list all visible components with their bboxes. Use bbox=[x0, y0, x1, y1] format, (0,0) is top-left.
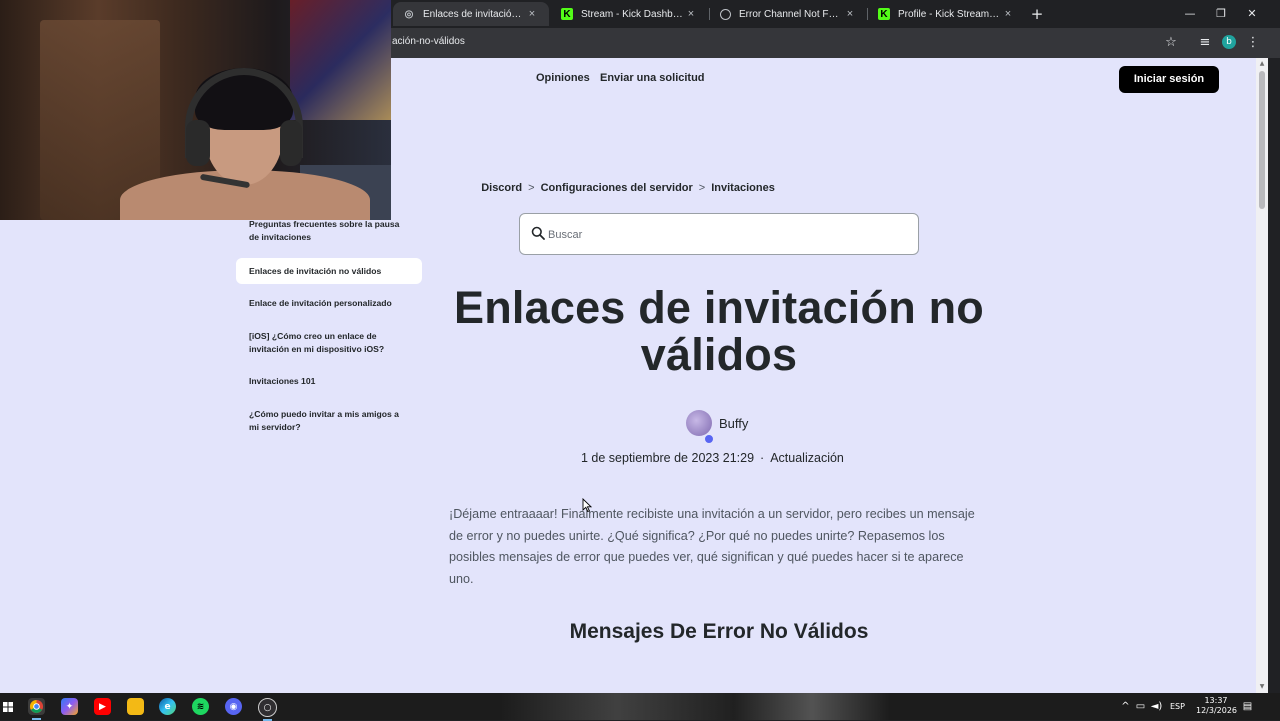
sidebar-item-invites-101[interactable]: Invitaciones 101 bbox=[236, 375, 422, 388]
clock-date: 12/3/2026 bbox=[1196, 706, 1238, 715]
chevron-up-icon[interactable]: ^ bbox=[1119, 700, 1132, 713]
nav-opinions-link[interactable]: Opiniones bbox=[536, 72, 590, 84]
page-scrollbar[interactable]: ▲ ▼ bbox=[1256, 58, 1268, 693]
discord-icon[interactable]: ◉ bbox=[225, 698, 242, 715]
network-icon[interactable]: ▭ bbox=[1134, 700, 1147, 713]
tab-title: Enlaces de invitación no válidos bbox=[423, 8, 525, 20]
media-queue-icon[interactable]: ≡ bbox=[1196, 34, 1214, 52]
headset-earcup-left bbox=[186, 120, 210, 166]
sidebar-item-invite-pause-faq[interactable]: Preguntas frecuentes sobre la pausa de i… bbox=[236, 218, 422, 244]
restore-button[interactable]: ❐ bbox=[1206, 4, 1236, 24]
article-date: 1 de septiembre de 2023 21:29 bbox=[581, 451, 755, 465]
breadcrumb-item-discord[interactable]: Discord bbox=[481, 182, 522, 194]
clock[interactable]: 13:37 12/3/2026 bbox=[1196, 696, 1238, 716]
breadcrumb-separator: > bbox=[698, 182, 706, 194]
tab-discord-invites[interactable]: ◎ Enlaces de invitación no válidos × bbox=[393, 2, 549, 26]
article-meta: 1 de septiembre de 2023 21:29 · Actualizac… bbox=[581, 451, 844, 465]
close-icon[interactable]: × bbox=[843, 8, 857, 20]
discord-support-icon: ◎ bbox=[404, 8, 414, 20]
notifications-icon[interactable]: ▤ bbox=[1241, 700, 1254, 713]
wallpaper-peek bbox=[500, 693, 890, 720]
tab-title: Error Channel Not Found bbox=[739, 8, 843, 20]
article-title: Enlaces de invitación no válidos bbox=[454, 282, 984, 380]
start-icon[interactable] bbox=[3, 698, 13, 715]
scroll-down-icon[interactable]: ▼ bbox=[1258, 683, 1266, 691]
nav-submit-request-link[interactable]: Enviar una solicitud bbox=[600, 72, 705, 84]
language-indicator[interactable]: ESP bbox=[1170, 702, 1185, 711]
kick-icon: K bbox=[878, 8, 890, 20]
file-explorer-icon[interactable] bbox=[127, 698, 144, 715]
kick-icon: K bbox=[561, 8, 573, 20]
new-tab-button[interactable]: + bbox=[1029, 4, 1045, 24]
menu-kebab-icon[interactable]: ⋮ bbox=[1244, 34, 1262, 52]
scroll-up-icon[interactable]: ▲ bbox=[1258, 60, 1266, 68]
spotify-icon[interactable]: ≋ bbox=[192, 698, 209, 715]
tab-title: Profile - Kick Streaming bbox=[898, 8, 1001, 20]
close-icon[interactable]: × bbox=[684, 8, 698, 20]
tab-error-channel[interactable]: Error Channel Not Found × bbox=[710, 2, 867, 26]
login-button[interactable]: Iniciar sesión bbox=[1119, 66, 1219, 93]
author-name[interactable]: Buffy bbox=[719, 416, 748, 431]
clock-time: 13:37 bbox=[1204, 696, 1228, 705]
sidebar-item-invite-friends[interactable]: ¿Cómo puedo invitar a mis amigos a mi se… bbox=[236, 408, 422, 434]
search-icon bbox=[531, 226, 545, 240]
globe-icon bbox=[720, 8, 731, 20]
sidebar-item-invalid-invite-links[interactable]: Enlaces de invitación no válidos bbox=[236, 258, 422, 284]
section-heading: Mensajes De Error No Válidos bbox=[569, 620, 869, 643]
window-edge bbox=[1268, 58, 1280, 693]
search-input[interactable] bbox=[546, 224, 910, 246]
breadcrumb-item-invites[interactable]: Invitaciones bbox=[711, 182, 775, 194]
volume-icon[interactable]: ◄) bbox=[1150, 700, 1163, 713]
tab-kick-dashboard[interactable]: K Stream - Kick Dashboard × bbox=[551, 2, 708, 26]
webcam-background-poster bbox=[290, 0, 391, 120]
copilot-icon[interactable]: ✦ bbox=[61, 698, 78, 715]
article-intro: ¡Déjame entraaaar! Finalmente recibiste … bbox=[449, 507, 975, 586]
author-badge-icon bbox=[704, 434, 714, 444]
bookmark-star-icon[interactable]: ☆ bbox=[1162, 34, 1180, 52]
article-updated-label: Actualización bbox=[770, 451, 844, 465]
search-box[interactable] bbox=[519, 213, 919, 255]
youtube-icon[interactable]: ▶ bbox=[94, 698, 111, 715]
sidebar-item-custom-invite-link[interactable]: Enlace de invitación personalizado bbox=[236, 297, 422, 310]
author-avatar[interactable] bbox=[686, 410, 712, 436]
obs-icon[interactable]: ○ bbox=[258, 698, 277, 721]
breadcrumb-item-server-settings[interactable]: Configuraciones del servidor bbox=[541, 182, 693, 194]
close-window-button[interactable]: ✕ bbox=[1237, 4, 1267, 24]
scrollbar-thumb[interactable] bbox=[1259, 71, 1265, 209]
breadcrumb-separator: > bbox=[528, 182, 535, 194]
sidebar-item-ios-invite-link[interactable]: [iOS] ¿Cómo creo un enlace de invitación… bbox=[236, 330, 422, 356]
meta-separator: · bbox=[760, 451, 765, 465]
address-bar[interactable]: ación-no-válidos bbox=[392, 36, 465, 47]
profile-avatar[interactable]: b bbox=[1222, 35, 1236, 49]
tab-kick-profile[interactable]: K Profile - Kick Streaming × bbox=[868, 2, 1025, 26]
chrome-icon[interactable] bbox=[28, 698, 45, 720]
headset-earcup-right bbox=[280, 120, 302, 166]
webcam-overlay bbox=[0, 0, 391, 220]
minimize-button[interactable]: — bbox=[1175, 4, 1205, 24]
close-icon[interactable]: × bbox=[1001, 8, 1015, 20]
taskbar: ✦ ▶ e ≋ ◉ ○ ^ ▭ ◄) ESP 13:37 12/3/2026 ▤ bbox=[0, 693, 1280, 721]
close-icon[interactable]: × bbox=[525, 8, 539, 20]
mouse-cursor-icon bbox=[582, 498, 592, 512]
tab-title: Stream - Kick Dashboard bbox=[581, 8, 684, 20]
edge-icon[interactable]: e bbox=[159, 698, 176, 715]
